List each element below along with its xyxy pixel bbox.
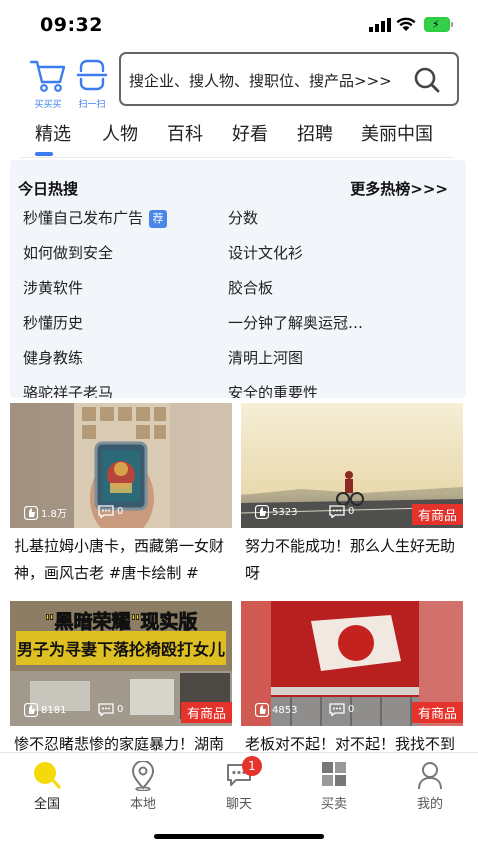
nav-quanguo[interactable]: 全国: [7, 757, 87, 813]
tab-jingxuan[interactable]: 精选: [35, 120, 71, 146]
has-goods-tag: 有商品: [411, 702, 463, 723]
hot-search-item[interactable]: 安全的重要性: [228, 382, 318, 398]
battery-charging-icon: ⚡: [424, 17, 453, 32]
like-count: 8181: [41, 704, 67, 716]
nav-label: 全国: [33, 797, 60, 812]
hot-search-item[interactable]: 一分钟了解奥运冠…: [228, 312, 363, 333]
more-hot-link[interactable]: 更多热榜>>>: [350, 178, 448, 199]
tab-renwu[interactable]: 人物: [102, 120, 138, 146]
hot-search-item[interactable]: 设计文化衫: [228, 242, 303, 263]
scan-label: 扫一扫: [78, 100, 106, 110]
hot-search-item[interactable]: 涉黄软件: [23, 277, 83, 298]
thumbnail-subheadline: 男子为寻妻下落抡椅殴打女儿: [17, 640, 225, 659]
active-tab-indicator: [35, 152, 53, 156]
hot-search-text: 秒懂自己发布广告: [23, 209, 144, 227]
home-circle-icon: [34, 762, 61, 789]
hot-search-item[interactable]: 分数: [228, 207, 258, 228]
scan-button[interactable]: 扫一扫: [72, 56, 112, 112]
hot-search-title: 今日热搜: [18, 180, 79, 198]
like-hand-icon: [24, 505, 38, 520]
nav-liaotian[interactable]: 1 聊天: [199, 756, 279, 813]
nav-label: 聊天: [225, 797, 252, 812]
home-indicator: [154, 834, 324, 839]
hot-search-item[interactable]: 健身教练: [23, 347, 83, 368]
comment-icon: [98, 505, 114, 518]
like-count: 5323: [272, 506, 298, 518]
nav-label: 本地: [129, 797, 156, 812]
video-card[interactable]: 1.8万 0 扎基拉姆小唐卡，西藏第一女财神，画风古老 #唐卡绘制 #支…: [10, 403, 232, 588]
hot-search-item[interactable]: 如何做到安全: [23, 242, 113, 263]
comment-count: 0: [348, 506, 355, 517]
cellular-signal-icon: [369, 18, 391, 32]
has-goods-tag: 有商品: [411, 504, 463, 525]
unread-badge: 1: [242, 756, 262, 776]
comment-count: 0: [117, 506, 124, 517]
cart-label: 买买买: [34, 100, 62, 110]
thumbnail-headline: "黑暗荣耀"现实版: [45, 610, 198, 633]
tab-haokan[interactable]: 好看: [232, 120, 268, 146]
video-card[interactable]: 5323 0 有商品 努力不能成功！那么人生好无助呀: [241, 403, 463, 588]
header: 买买买 扫一扫 搜企业、搜人物、搜职位、搜产品>>>: [0, 50, 478, 112]
comment-icon: [329, 505, 345, 518]
comment-icon: [98, 703, 114, 716]
status-bar: 09:32 ⚡: [0, 0, 478, 50]
comment-icon: [329, 703, 345, 716]
has-goods-tag: 有商品: [180, 702, 232, 723]
tabs-divider: [20, 157, 454, 158]
recommend-badge: 荐: [149, 210, 168, 228]
person-icon: [418, 762, 442, 790]
nav-label: 我的: [416, 797, 443, 812]
hot-search-item[interactable]: 骆驼祥子老马: [23, 382, 113, 398]
location-pin-icon: [131, 761, 155, 791]
hot-search-item[interactable]: 清明上河图: [228, 347, 303, 368]
like-count: 4853: [272, 704, 298, 716]
grid-icon: [322, 762, 346, 786]
nav-bendi[interactable]: 本地: [103, 757, 183, 813]
status-time: 09:32: [40, 14, 103, 36]
wifi-icon: [396, 17, 416, 31]
tab-baike[interactable]: 百科: [167, 120, 203, 146]
nav-wode[interactable]: 我的: [390, 757, 470, 813]
like-hand-icon: [24, 703, 38, 717]
comment-count: 0: [348, 704, 355, 715]
like-hand-icon: [255, 703, 269, 717]
hot-search-panel: 今日热搜 更多热榜>>> 秒懂自己发布广告荐 分数 如何做到安全 设计文化衫 涉…: [10, 160, 466, 398]
like-count: 1.8万: [41, 509, 67, 520]
search-placeholder: 搜企业、搜人物、搜职位、搜产品>>>: [129, 72, 392, 90]
video-caption: 扎基拉姆小唐卡，西藏第一女财神，画风古老 #唐卡绘制 #支…: [14, 537, 225, 582]
like-hand-icon: [255, 505, 269, 519]
nav-maimai[interactable]: 买卖: [294, 757, 374, 813]
search-input[interactable]: 搜企业、搜人物、搜职位、搜产品>>>: [119, 52, 459, 106]
search-icon[interactable]: [413, 66, 441, 94]
hot-search-item[interactable]: 秒懂自己发布广告荐: [23, 207, 168, 228]
shopping-cart-icon: [29, 60, 66, 92]
scan-icon: [76, 59, 108, 91]
tab-zhaopin[interactable]: 招聘: [297, 120, 333, 146]
video-caption: 努力不能成功！那么人生好无助呀: [245, 537, 456, 582]
comment-count: 0: [117, 704, 124, 715]
hot-search-item[interactable]: 秒懂历史: [23, 312, 83, 333]
tab-meilizhongguo[interactable]: 美丽中国: [361, 120, 433, 146]
nav-label: 买卖: [320, 797, 347, 812]
cart-button[interactable]: 买买买: [26, 56, 70, 112]
category-tabs: 精选 人物 百科 好看 招聘 美丽中国: [0, 116, 478, 158]
hot-search-item[interactable]: 胶合板: [228, 277, 273, 298]
